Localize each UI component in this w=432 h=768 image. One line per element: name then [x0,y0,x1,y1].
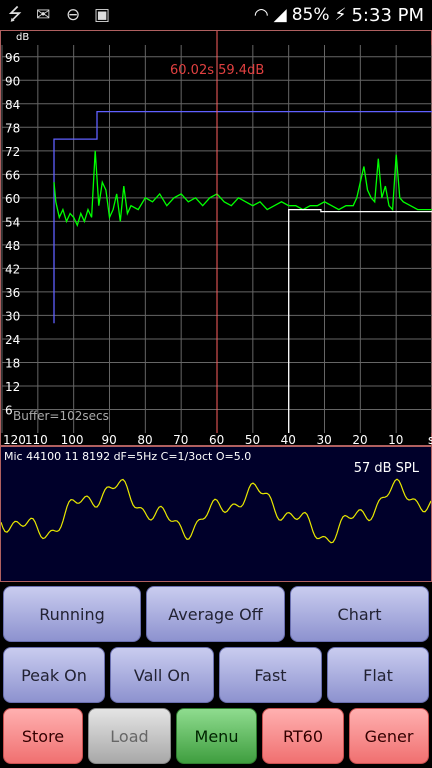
x-tick-label: 120 [3,433,26,447]
peak-button[interactable]: Peak On [3,647,105,703]
y-tick-label: 6 [5,403,13,417]
spl-readout: 57 dB SPL [353,461,419,476]
x-tick-label: 60 [209,433,224,447]
generator-button[interactable]: Gener [349,708,429,764]
y-tick-label: 66 [5,168,20,182]
x-tick-label: 90 [102,433,117,447]
x-tick-label: 110 [25,433,48,447]
y-tick-label: 84 [5,98,20,112]
x-tick-label: 40 [281,433,296,447]
usb-icon: ⭍ [8,5,23,25]
input-config: Mic 44100 11 8192 dF=5Hz C=1/3oct O=5.0 [4,450,252,463]
battery-charging-icon: ⚡ [334,5,347,25]
level-history-chart[interactable]: 96 90 84 78 72 66 60 54 48 42 36 30 24 18 12 6 dB 120 110 1… [0,30,432,447]
y-tick-label: 60 [5,192,20,206]
store-button[interactable]: Store [3,708,83,764]
briefcase-icon: ▣ [94,5,111,25]
y-tick-label: 72 [5,145,20,159]
y-tick-label: 90 [5,74,20,88]
y-tick-label: 12 [5,380,20,394]
block-icon: ⊖ [66,5,81,25]
battery-percent: 85% [291,5,330,25]
rt60-button[interactable]: RT60 [262,708,344,764]
level-series-line [53,150,432,228]
y-tick-label: 78 [5,121,20,135]
buffer-label: Buffer=102secs [13,409,109,423]
signal-icon: ◢ [273,5,287,25]
y-tick-label: 54 [5,215,20,229]
y-tick-label: 18 [5,356,20,370]
x-tick-label: 10 [388,433,403,447]
chart-button[interactable]: Chart [290,586,429,642]
status-bar: ⭍ ✉ ⊖ ▣ ◠ ◢ 85% ⚡ 5:33 PM [0,0,432,30]
mail-icon: ✉ [36,5,51,25]
x-tick-label: 20 [352,433,367,447]
average-button[interactable]: Average Off [146,586,285,642]
y-tick-label: 42 [5,262,20,276]
level-history-svg: 96 90 84 78 72 66 60 54 48 42 36 30 24 18 12 6 dB 120110 1… [1,31,432,447]
x-tick-label: 70 [173,433,188,447]
y-tick-label: 24 [5,333,20,347]
cursor-readout: 60.02s 59.4dB [170,63,265,78]
wifi-icon: ◠ [253,5,269,25]
y-unit-label: dB [16,32,29,43]
x-tick-label: 50 [245,433,260,447]
x-tick-label: 100 [61,433,84,447]
waveform-panel: Mic 44100 11 8192 dF=5Hz C=1/3oct O=5.0 … [0,446,432,582]
menu-button[interactable]: Menu [176,708,257,764]
y-tick-label: 96 [5,51,20,65]
x-tick-label: 80 [137,433,152,447]
x-tick-label: s [428,433,432,447]
y-tick-label: 36 [5,286,20,300]
weighting-button[interactable]: Flat [327,647,429,703]
clock: 5:33 PM [351,4,424,26]
x-tick-label: 30 [317,433,332,447]
speed-button[interactable]: Fast [219,647,322,703]
load-button[interactable]: Load [88,708,171,764]
running-button[interactable]: Running [3,586,141,642]
y-tick-label: 48 [5,239,20,253]
valley-button[interactable]: Vall On [110,647,214,703]
y-tick-label: 30 [5,309,20,323]
waveform-trace [1,478,431,544]
